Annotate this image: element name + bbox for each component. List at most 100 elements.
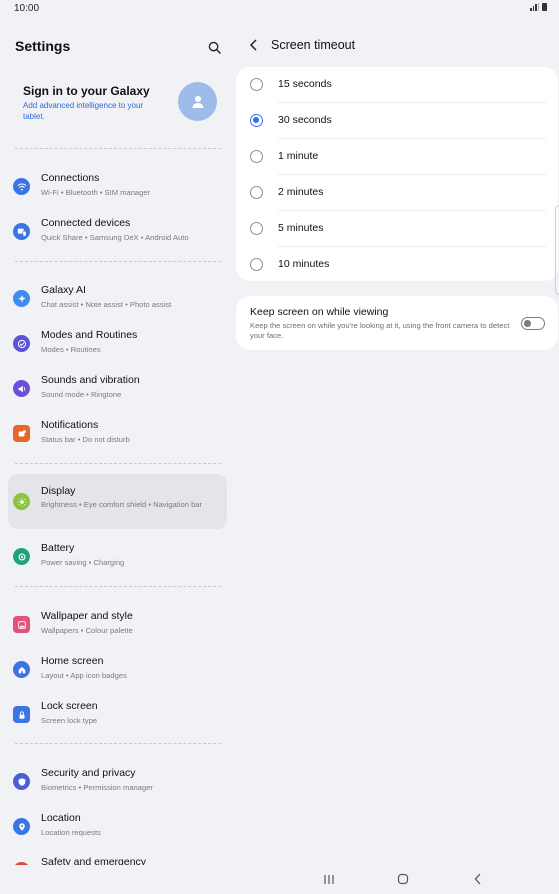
item-subtitle: Layout • App icon badges xyxy=(41,671,127,680)
lock-icon xyxy=(13,706,30,723)
shield-icon xyxy=(13,773,30,790)
account-title: Sign in to your Galaxy xyxy=(23,84,150,98)
item-title: Home screen xyxy=(41,655,104,667)
radio-button[interactable] xyxy=(250,78,263,91)
home-button[interactable] xyxy=(394,871,412,887)
status-bar: 10:00 xyxy=(0,0,559,18)
avatar xyxy=(178,82,217,121)
timeout-option[interactable]: 5 minutes xyxy=(236,211,558,247)
timeout-options-card: 15 seconds 30 seconds 1 minute 2 minutes… xyxy=(236,67,558,281)
section-divider xyxy=(15,463,221,464)
option-label: 10 minutes xyxy=(278,258,330,270)
item-title: Connected devices xyxy=(41,217,131,229)
speaker-icon xyxy=(13,380,30,397)
item-subtitle: Location requests xyxy=(41,828,101,837)
settings-item-sounds-vibration[interactable]: Sounds and vibration Sound mode • Ringto… xyxy=(8,367,227,411)
location-pin-icon xyxy=(13,818,30,835)
item-subtitle: Power saving • Charging xyxy=(41,558,125,567)
battery-icon xyxy=(13,548,30,565)
timeout-option[interactable]: 1 minute xyxy=(236,139,558,175)
radio-button[interactable] xyxy=(250,258,263,271)
item-subtitle: Biometrics • Permission manager xyxy=(41,783,153,792)
edge-panel-handle[interactable] xyxy=(555,205,559,295)
option-label: 5 minutes xyxy=(278,222,324,234)
settings-item-location[interactable]: Location Location requests xyxy=(8,805,227,849)
item-subtitle: Wallpapers • Colour palette xyxy=(41,626,133,635)
timeout-option[interactable]: 2 minutes xyxy=(236,175,558,211)
settings-item-modes-routines[interactable]: Modes and Routines Modes • Routines xyxy=(8,322,227,366)
settings-item-safety-emergency[interactable]: Safety and emergency xyxy=(8,849,227,865)
item-title: Modes and Routines xyxy=(41,329,138,341)
navigation-bar xyxy=(0,865,559,894)
back-nav-icon xyxy=(474,873,481,885)
keep-screen-title: Keep screen on while viewing xyxy=(250,306,389,318)
item-title: Sounds and vibration xyxy=(41,374,140,386)
item-subtitle: Wi-Fi • Bluetooth • SIM manager xyxy=(41,188,151,197)
item-title: Security and privacy xyxy=(41,767,136,779)
timeout-option-selected[interactable]: 30 seconds xyxy=(236,103,558,139)
item-title: Notifications xyxy=(41,419,99,431)
settings-header: Settings xyxy=(0,22,234,70)
screen-timeout-header: Screen timeout xyxy=(236,22,559,68)
item-title: Battery xyxy=(41,542,75,554)
item-title: Location xyxy=(41,812,81,824)
search-button[interactable] xyxy=(204,37,224,57)
signal-icon xyxy=(530,3,539,11)
settings-item-display[interactable]: Display Brightness • Eye comfort shield … xyxy=(8,474,227,529)
radio-button[interactable] xyxy=(250,222,263,235)
person-icon xyxy=(192,95,203,108)
item-title: Connections xyxy=(41,172,100,184)
section-divider xyxy=(15,743,221,744)
system-icons xyxy=(530,3,547,11)
settings-item-galaxy-ai[interactable]: Galaxy AI Chat assist • Note assist • Ph… xyxy=(8,277,227,321)
battery-status-icon xyxy=(542,3,547,11)
section-divider xyxy=(15,586,221,587)
option-label: 2 minutes xyxy=(278,186,324,198)
timeout-option[interactable]: 15 seconds xyxy=(236,67,558,103)
item-subtitle: Sound mode • Ringtone xyxy=(41,390,122,399)
back-button[interactable] xyxy=(246,37,262,53)
recents-icon xyxy=(324,874,334,884)
item-subtitle: Brightness • Eye comfort shield • Naviga… xyxy=(41,500,203,509)
keep-screen-description: Keep the screen on while you're looking … xyxy=(250,321,510,340)
chevron-left-icon xyxy=(249,39,257,51)
page-title: Settings xyxy=(15,38,71,54)
item-title: Display xyxy=(41,485,76,497)
radio-button[interactable] xyxy=(250,186,263,199)
keep-screen-toggle[interactable] xyxy=(521,317,545,330)
item-subtitle: Screen lock type xyxy=(41,716,98,725)
settings-list-pane: Settings Sign in to your Galaxy Add adva… xyxy=(0,22,234,865)
wifi-icon xyxy=(13,178,30,195)
account-subtitle: Add advanced intelligence to your tablet… xyxy=(23,101,144,121)
settings-item-wallpaper[interactable]: Wallpaper and style Wallpapers • Colour … xyxy=(8,603,227,647)
search-icon xyxy=(208,41,221,54)
check-circle-icon xyxy=(13,335,30,352)
item-subtitle: Status bar • Do not disturb xyxy=(41,435,130,444)
item-subtitle: Chat assist • Note assist • Photo assist xyxy=(41,300,172,309)
section-divider xyxy=(15,148,221,149)
wallpaper-icon xyxy=(13,616,30,633)
settings-item-connections[interactable]: Connections Wi-Fi • Bluetooth • SIM mana… xyxy=(8,165,227,209)
galaxy-account-banner[interactable]: Sign in to your Galaxy Add advanced inte… xyxy=(8,72,226,138)
settings-item-security-privacy[interactable]: Security and privacy Biometrics • Permis… xyxy=(8,760,227,804)
section-divider xyxy=(15,261,221,262)
item-title: Wallpaper and style xyxy=(41,610,133,622)
keep-screen-on-card[interactable]: Keep screen on while viewing Keep the sc… xyxy=(236,296,558,350)
home-nav-icon xyxy=(397,873,409,885)
item-subtitle: Modes • Routines xyxy=(41,345,101,354)
settings-item-connected-devices[interactable]: Connected devices Quick Share • Samsung … xyxy=(8,210,227,254)
notification-icon xyxy=(13,425,30,442)
settings-item-lock-screen[interactable]: Lock screen Screen lock type xyxy=(8,693,227,737)
recent-apps-button[interactable] xyxy=(320,871,338,887)
option-label: 1 minute xyxy=(278,150,319,162)
timeout-option[interactable]: 10 minutes xyxy=(236,247,558,283)
radio-button[interactable] xyxy=(250,150,263,163)
item-title: Safety and emergency xyxy=(41,856,147,865)
back-nav-button[interactable] xyxy=(469,871,487,887)
radio-button-selected[interactable] xyxy=(250,114,263,127)
item-subtitle: Quick Share • Samsung DeX • Android Auto xyxy=(41,233,189,242)
detail-title: Screen timeout xyxy=(271,38,356,52)
settings-item-notifications[interactable]: Notifications Status bar • Do not distur… xyxy=(8,412,227,456)
settings-item-battery[interactable]: Battery Power saving • Charging xyxy=(8,535,227,579)
settings-item-home-screen[interactable]: Home screen Layout • App icon badges xyxy=(8,648,227,692)
